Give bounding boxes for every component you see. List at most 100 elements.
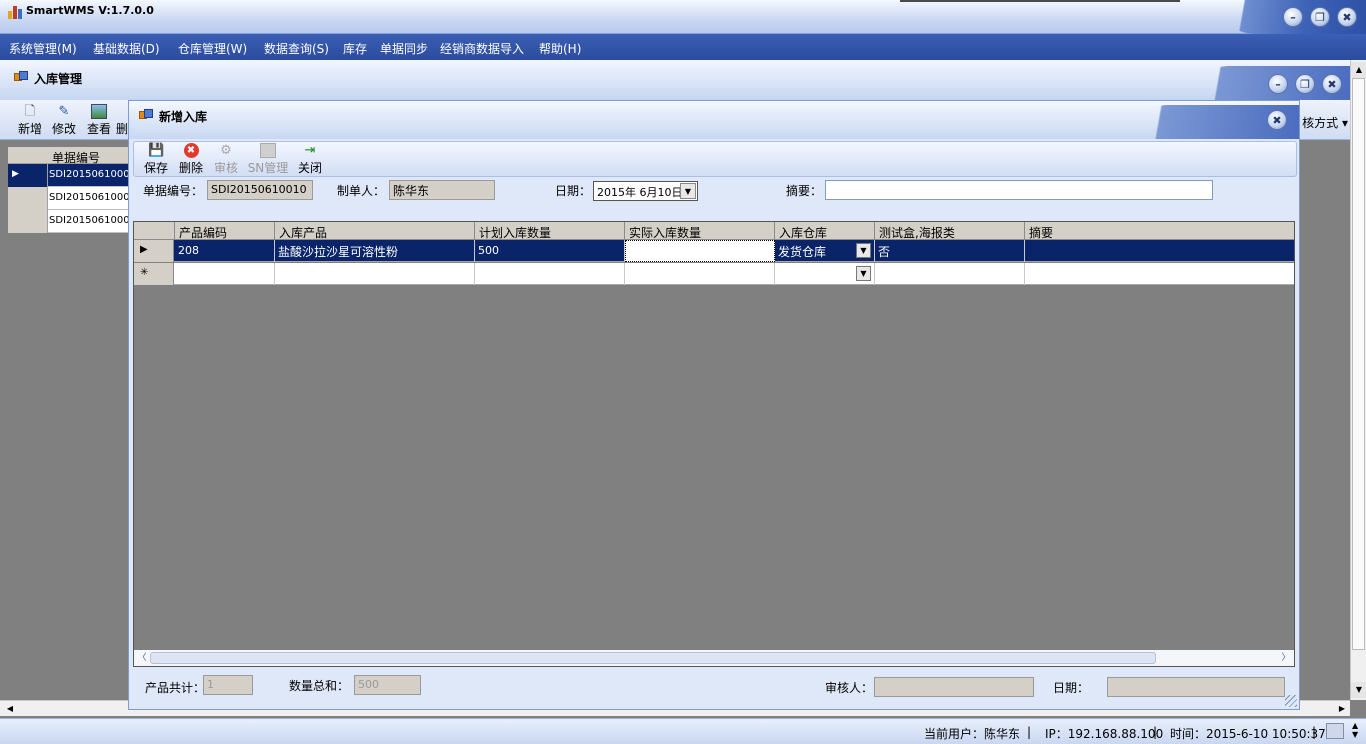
status-bar: 当前用户：陈华东 | IP：192.168.88.100 | 时间：2015-6… xyxy=(0,718,1366,744)
menu-warehouse[interactable]: 仓库管理(W) xyxy=(178,40,247,57)
date-picker[interactable]: 2015年 6月10日 ▼ xyxy=(593,181,698,201)
scroll-up-icon[interactable]: ▲ xyxy=(1351,62,1366,78)
grid-scroll-thumb[interactable] xyxy=(150,652,1156,664)
new-button[interactable]: 🗋 新增 xyxy=(12,104,48,138)
auditor-label: 审核人： xyxy=(825,681,874,695)
detail-grid: 产品编码 入库产品 计划入库数量 实际入库数量 入库仓库 测试盒,海报类 摘要 … xyxy=(133,221,1295,667)
scroll-down-icon[interactable]: ▼ xyxy=(1351,682,1366,698)
new-row-icon: ✳ xyxy=(140,267,149,278)
title-decoration xyxy=(900,0,1180,2)
save-icon: 💾 xyxy=(148,143,165,158)
menu-inventory[interactable]: 库存 xyxy=(343,40,367,57)
dialog-toolbar: 💾 保存 ✖ 删除 ⚙ 审核 SN管理 ⇥ 关闭 xyxy=(133,141,1297,177)
table-new-row[interactable]: ✳ ▼ xyxy=(134,263,1294,285)
app-title: SmartWMS V:1.7.0.0 xyxy=(26,4,154,17)
cell-actual-qty[interactable] xyxy=(625,240,775,262)
summary-input[interactable] xyxy=(825,180,1213,200)
delete-button[interactable]: ✖ 删除 xyxy=(173,143,209,177)
gear-icon: ⚙ xyxy=(220,143,232,158)
scroll-thumb[interactable] xyxy=(1352,78,1365,650)
cell-summary[interactable] xyxy=(1025,240,1294,262)
status-current-user: 当前用户：陈华东 xyxy=(924,727,1021,741)
table-row[interactable]: ▶ 208 盐酸沙拉沙星可溶性粉 500 发货仓库 ▼ 否 xyxy=(134,240,1294,262)
audit-button[interactable]: ⚙ 审核 xyxy=(208,143,244,177)
col-actual-qty[interactable]: 实际入库数量 xyxy=(625,222,775,240)
product-total-field: 1 xyxy=(203,675,253,695)
delete-icon: ✖ xyxy=(183,143,199,158)
menu-basic-data[interactable]: 基础数据(D) xyxy=(93,40,160,57)
child-minimize-button[interactable]: – xyxy=(1268,74,1288,94)
qty-sum-field: 500 xyxy=(354,675,421,695)
menu-dealer-import[interactable]: 经销商数据导入 xyxy=(440,40,524,57)
delete-button-partial[interactable]: 删 xyxy=(116,104,128,138)
audit-date-label: 日期： xyxy=(1053,681,1090,695)
audit-date-field xyxy=(1107,677,1285,697)
col-product[interactable]: 入库产品 xyxy=(275,222,475,240)
cell-test-box[interactable]: 否 xyxy=(875,240,1025,262)
scroll-right-icon[interactable]: 〉 xyxy=(1278,650,1294,666)
sn-manage-button[interactable]: SN管理 xyxy=(246,143,290,177)
new-inbound-title: 新增入库 xyxy=(159,110,208,124)
audit-mode-dropdown[interactable]: 核方式 ▾ xyxy=(1302,114,1348,131)
main-vertical-scrollbar[interactable]: ▲ ▼ xyxy=(1350,60,1366,700)
app-close-button[interactable]: ✖ xyxy=(1337,7,1357,27)
summary-label: 摘要： xyxy=(786,184,823,198)
cell-product-code[interactable]: 208 xyxy=(175,240,275,262)
edit-button[interactable]: ✎ 修改 xyxy=(46,104,82,138)
chevron-down-icon[interactable]: ▼ xyxy=(680,183,696,199)
row-pointer-icon: ▶ xyxy=(140,244,148,255)
col-planned-qty[interactable]: 计划入库数量 xyxy=(475,222,625,240)
menu-query[interactable]: 数据查询(S) xyxy=(264,40,329,57)
scroll-left-icon[interactable]: 〈 xyxy=(134,650,150,666)
picture-icon xyxy=(91,104,107,119)
date-label: 日期： xyxy=(555,184,592,198)
col-warehouse[interactable]: 入库仓库 xyxy=(775,222,875,240)
list-item[interactable]: ▶ SDI20150610001 xyxy=(8,164,128,187)
new-inbound-dialog: 新增入库 ✖ 💾 保存 ✖ 删除 ⚙ 审核 SN管理 ⇥ 关闭 单据编号： SD… xyxy=(128,100,1300,710)
product-total-label: 产品共计： xyxy=(145,681,206,695)
view-button[interactable]: 查看 xyxy=(81,104,117,138)
new-inbound-titlebar: 新增入库 ✖ xyxy=(129,101,1299,139)
save-button[interactable]: 💾 保存 xyxy=(138,143,174,177)
menu-doc-sync[interactable]: 单据同步 xyxy=(380,40,428,57)
status-scroll-icon[interactable]: ▲ ▼ xyxy=(1352,721,1358,739)
child-close-button[interactable]: ✖ xyxy=(1322,74,1342,94)
app-logo-icon xyxy=(8,5,22,19)
col-summary[interactable]: 摘要 xyxy=(1025,222,1294,240)
new-doc-icon: 🗋 xyxy=(24,104,36,119)
sn-picture-icon xyxy=(260,143,276,158)
cell-planned-qty[interactable]: 500 xyxy=(475,240,625,262)
doc-no-label: 单据编号： xyxy=(143,184,204,198)
doc-no-field: SDI20150610010 xyxy=(207,180,313,200)
auditor-field xyxy=(874,677,1034,697)
resize-grip[interactable] xyxy=(1285,695,1297,707)
app-title-bar: SmartWMS V:1.7.0.0 – ❐ ✖ xyxy=(0,0,1366,34)
window-icon xyxy=(139,109,153,121)
scroll-left-icon[interactable]: ◀ xyxy=(2,701,18,717)
status-time: 时间：2015-6-10 10:50:37 xyxy=(1170,727,1326,741)
close-button[interactable]: ⇥ 关闭 xyxy=(292,143,328,177)
creator-field: 陈华东 xyxy=(389,180,495,200)
list-item[interactable]: SDI20150610002 xyxy=(8,187,128,210)
menu-system[interactable]: 系统管理(M) xyxy=(9,40,77,57)
child-maximize-button[interactable]: ❐ xyxy=(1295,74,1315,94)
qty-sum-label: 数量总和： xyxy=(289,679,350,693)
inbound-management-titlebar: 入库管理 – ❐ ✖ xyxy=(0,60,1350,100)
grid-horizontal-scrollbar[interactable]: 〈 〉 xyxy=(134,650,1294,666)
col-product-code[interactable]: 产品编码 xyxy=(175,222,275,240)
warehouse-dropdown-icon[interactable]: ▼ xyxy=(856,243,871,258)
cell-product[interactable]: 盐酸沙拉沙星可溶性粉 xyxy=(275,240,475,262)
menu-bar: 系统管理(M) 基础数据(D) 仓库管理(W) 数据查询(S) 库存 单据同步 … xyxy=(0,34,1366,60)
menu-help[interactable]: 帮助(H) xyxy=(539,40,581,57)
list-item[interactable]: SDI20150610003 xyxy=(8,210,128,233)
col-test-box[interactable]: 测试盒,海报类 xyxy=(875,222,1025,240)
scroll-right-icon[interactable]: ▶ xyxy=(1334,701,1350,717)
creator-label: 制单人： xyxy=(337,184,386,198)
dialog-close-button[interactable]: ✖ xyxy=(1267,110,1287,130)
app-minimize-button[interactable]: – xyxy=(1283,7,1303,27)
network-tray-icon[interactable] xyxy=(1326,723,1344,739)
warehouse-dropdown-icon[interactable]: ▼ xyxy=(856,266,871,281)
app-restore-button[interactable]: ❐ xyxy=(1310,7,1330,27)
inbound-list-grid: 单据编号 ▶ SDI20150610001 SDI20150610002 SDI… xyxy=(8,147,128,233)
row-pointer-icon: ▶ xyxy=(12,169,19,179)
